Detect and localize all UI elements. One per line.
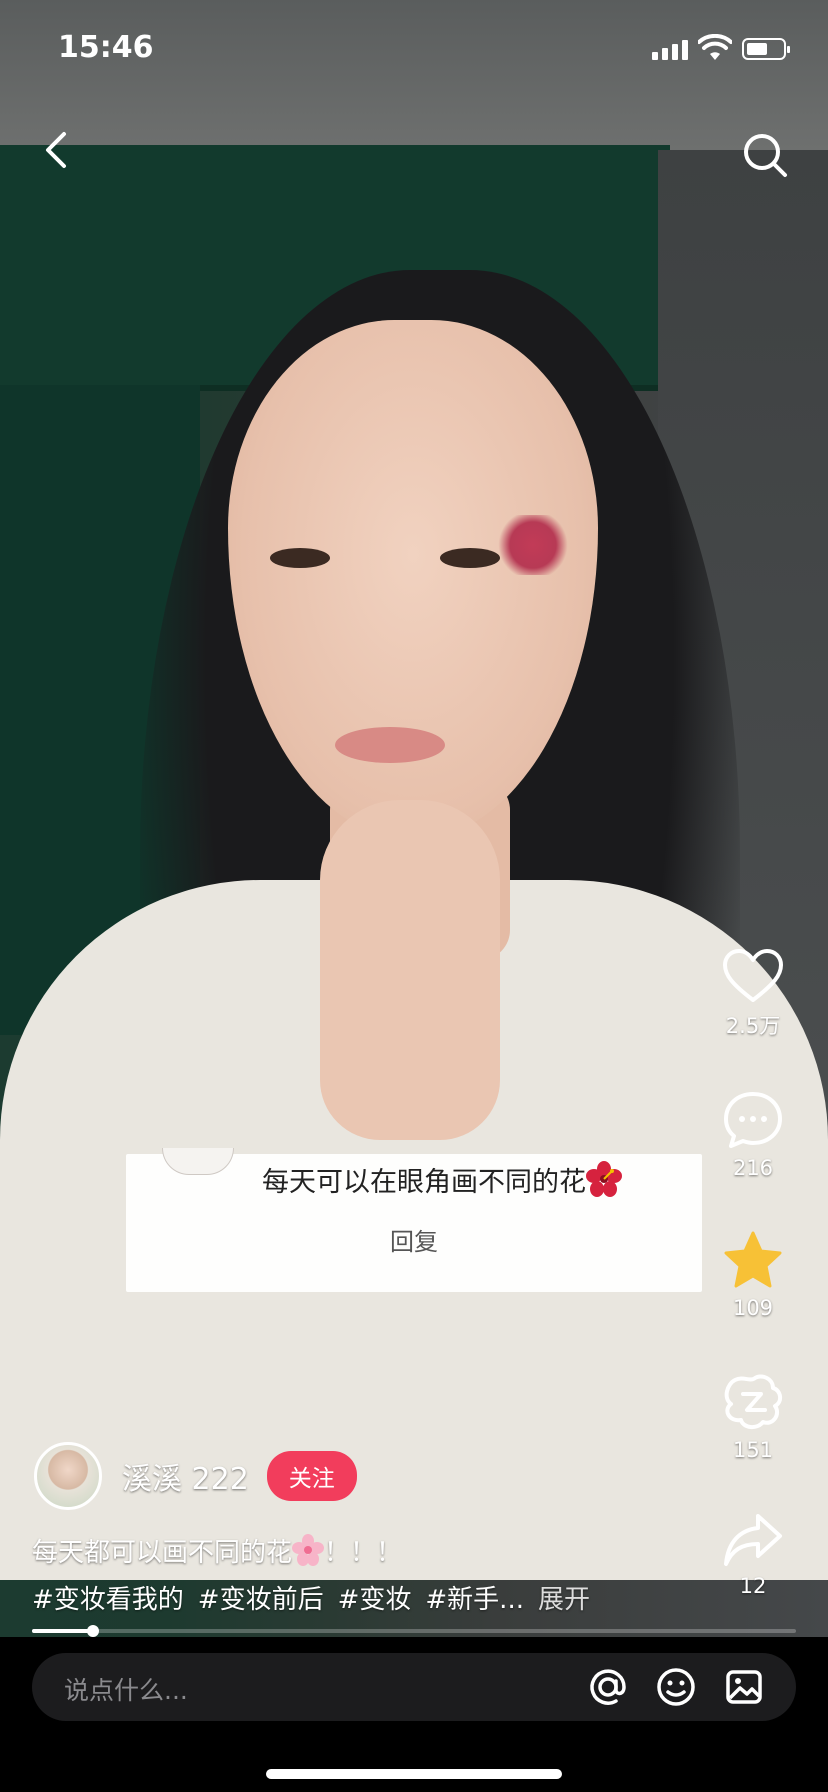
remix-count: 151 [732, 1438, 774, 1462]
hashtag[interactable]: #变妆 [338, 1579, 412, 1616]
share-arrow-icon [724, 1514, 782, 1566]
home-indicator [266, 1769, 562, 1779]
eye-flower-makeup [498, 515, 568, 575]
comment-count: 216 [732, 1156, 774, 1180]
comment-input-placeholder: 说点什么... [64, 1676, 188, 1705]
expand-button[interactable]: 展开 [538, 1579, 590, 1616]
progress-fill [32, 1629, 94, 1633]
cherry-blossom-emoji-icon [292, 1534, 325, 1566]
author-row: 溪溪 222 关注 [34, 1442, 357, 1510]
status-time: 15:46 [58, 30, 154, 65]
reply-button[interactable]: 回复 [126, 1222, 702, 1257]
emoji-icon[interactable] [656, 1667, 696, 1707]
follow-button[interactable]: 关注 [266, 1451, 357, 1501]
hashtag[interactable]: #新手... [425, 1579, 524, 1616]
remix-icon [724, 1374, 782, 1429]
author-avatar[interactable] [34, 1442, 102, 1510]
action-rail: 2.5万 216 109 151 12 [698, 0, 828, 1792]
signal-icon [652, 40, 688, 60]
hibiscus-emoji-icon [586, 1161, 622, 1197]
favorite-button[interactable]: 109 [698, 1230, 808, 1320]
like-count: 2.5万 [725, 1014, 781, 1038]
like-button[interactable]: 2.5万 [698, 948, 808, 1040]
bottom-bar: 说点什么... [0, 1637, 828, 1792]
comment-button[interactable]: 216 [698, 1090, 808, 1180]
lips [335, 727, 445, 763]
heart-icon [723, 949, 783, 1002]
description-text: 每天都可以画不同的花 [32, 1538, 293, 1568]
pinned-comment-text: 每天可以在眼角画不同的花 [262, 1160, 622, 1199]
mention-icon[interactable] [588, 1667, 628, 1707]
hashtag[interactable]: #变妆看我的 [32, 1579, 184, 1616]
post-description: 每天都可以画不同的花 ！！！ [32, 1532, 402, 1569]
right-eye [440, 548, 500, 568]
remix-button[interactable]: 151 [698, 1372, 808, 1462]
comment-icon [724, 1092, 782, 1148]
share-count: 12 [739, 1574, 767, 1598]
hashtag-row: #变妆看我的 #变妆前后 #变妆 #新手... 展开 [32, 1579, 590, 1616]
image-icon[interactable] [724, 1667, 764, 1707]
star-icon [724, 1231, 782, 1288]
hashtag[interactable]: #变妆前后 [198, 1579, 324, 1616]
pinned-comment-card[interactable]: 每天可以在眼角画不同的花 回复 [126, 1148, 702, 1292]
progress-handle[interactable] [87, 1625, 100, 1637]
back-chevron-icon[interactable] [38, 130, 78, 170]
favorite-count: 109 [732, 1296, 774, 1320]
video-progress-bar[interactable] [32, 1625, 796, 1637]
left-eye [270, 548, 330, 568]
hand [320, 800, 500, 1140]
share-button[interactable]: 12 [698, 1512, 808, 1598]
commenter-avatar[interactable] [162, 1148, 234, 1175]
comment-input[interactable]: 说点什么... [32, 1653, 796, 1721]
description-suffix: ！！！ [324, 1538, 403, 1568]
pinned-comment-body: 每天可以在眼角画不同的花 [262, 1167, 586, 1198]
author-name[interactable]: 溪溪 222 [122, 1454, 249, 1498]
